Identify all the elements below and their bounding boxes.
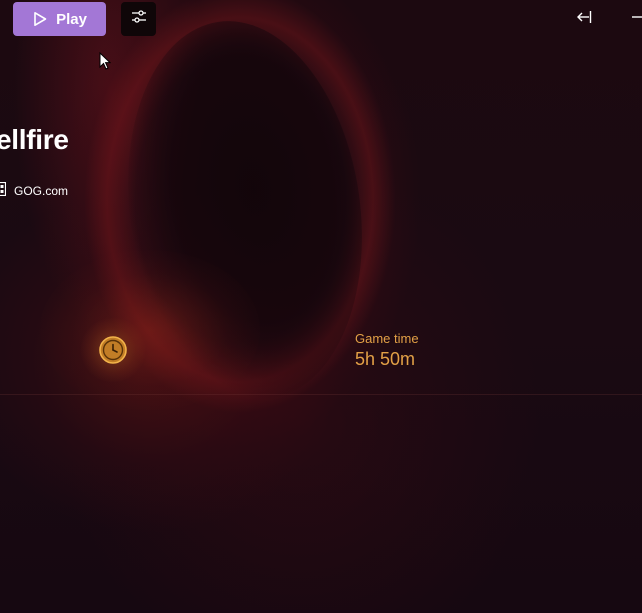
game-detail-view: Play ellfire GOG.com Game time 5h 50m (0, 0, 642, 613)
minus-icon (628, 9, 642, 30)
top-toolbar: Play (0, 0, 642, 40)
clock-icon (98, 335, 128, 365)
game-source: GOG.com (0, 181, 69, 201)
game-title: ellfire (0, 124, 69, 155)
source-label: GOG.com (14, 184, 69, 198)
game-time-stat: Game time 5h 50m (355, 330, 419, 370)
gog-store-icon (0, 181, 7, 201)
play-button-label: Play (56, 10, 87, 28)
sliders-icon (130, 8, 148, 31)
play-button[interactable]: Play (13, 2, 106, 36)
game-time-value: 5h 50m (355, 349, 416, 369)
section-divider (0, 394, 642, 395)
settings-button[interactable] (121, 2, 156, 36)
minimize-button[interactable] (628, 6, 642, 32)
arrow-left-to-line-icon (575, 9, 593, 30)
game-time-label: Game time (355, 331, 419, 346)
collapse-panel-button[interactable] (570, 6, 598, 32)
mouse-cursor-icon (99, 51, 112, 75)
play-icon (32, 11, 48, 27)
